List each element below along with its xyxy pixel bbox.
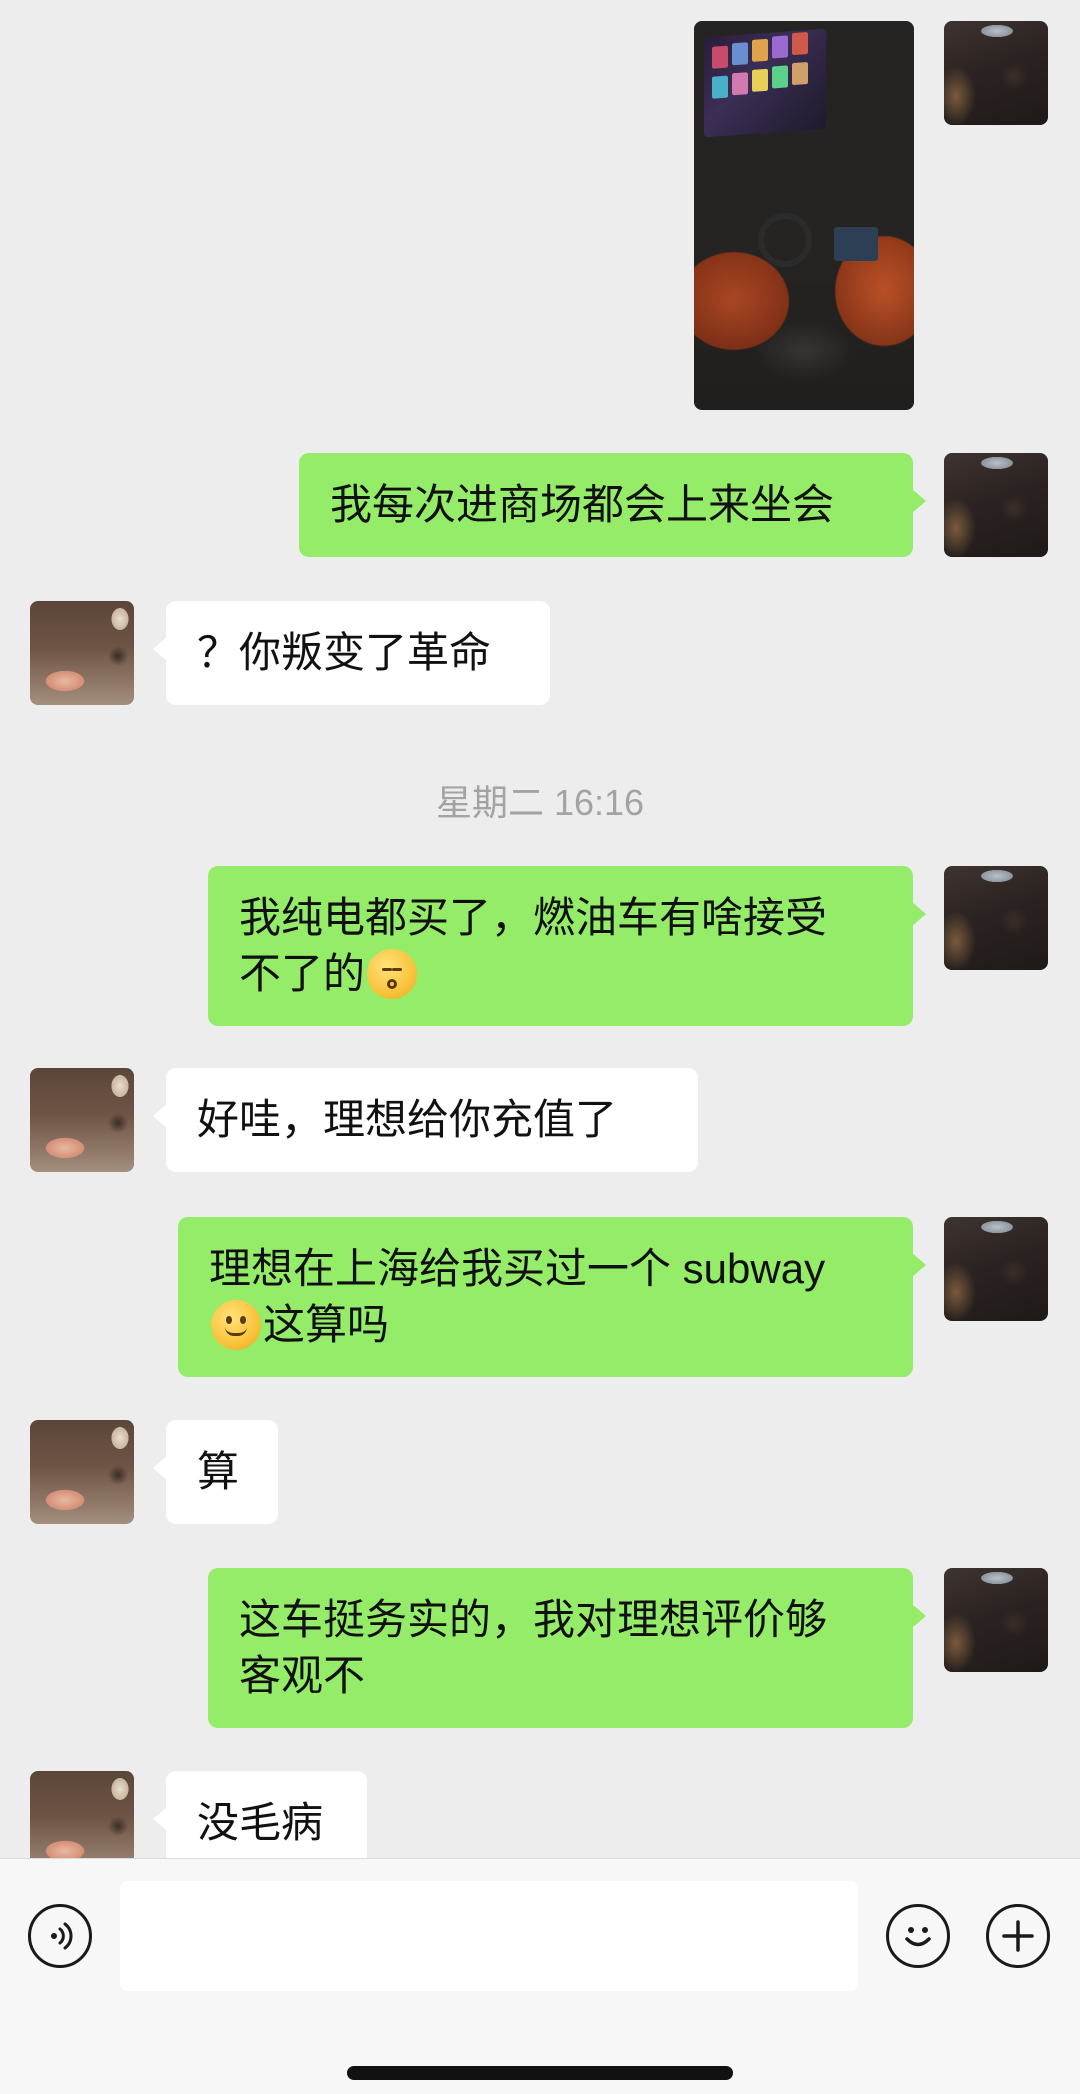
my-avatar[interactable]: [944, 1217, 1048, 1321]
contact-avatar[interactable]: [30, 1068, 134, 1172]
message-text-line: 我纯电都买了，燃油车有啥接受: [239, 894, 828, 941]
contact-avatar[interactable]: [30, 1420, 134, 1524]
emoji-button[interactable]: [886, 1904, 950, 1968]
chat-area[interactable]: 我每次进商场都会上来坐会 ？你叛变了革命 星期二 16:16 我纯电都买了，燃油…: [0, 0, 1080, 1858]
my-avatar[interactable]: [944, 1568, 1048, 1672]
my-avatar[interactable]: [944, 21, 1048, 125]
voice-icon: [51, 1922, 73, 1950]
message-bubble-sent[interactable]: 理想在上海给我买过一个 subway 这算吗: [178, 1217, 926, 1377]
message-text: 没毛病: [197, 1799, 324, 1846]
smiley-icon: [905, 1927, 931, 1947]
message-text-line: 这算吗: [263, 1301, 390, 1348]
plus-icon: [1002, 1920, 1034, 1952]
photo-dashboard-display: [834, 227, 878, 261]
message-text-line-wrap: 这算吗: [209, 1297, 882, 1353]
chat-input-bar: [0, 1858, 1080, 2094]
message-bubble-received[interactable]: 算: [153, 1420, 278, 1524]
more-options-button[interactable]: [986, 1904, 1050, 1968]
photo-ceiling-screen: [704, 28, 826, 138]
my-avatar[interactable]: [944, 453, 1048, 557]
message-bubble-sent[interactable]: 我纯电都买了，燃油车有啥接受 不了的: [208, 866, 926, 1026]
message-bubble-received[interactable]: 没毛病: [153, 1771, 367, 1858]
contact-avatar[interactable]: [30, 1771, 134, 1858]
message-timestamp: 星期二 16:16: [435, 782, 645, 823]
contact-avatar[interactable]: [30, 601, 134, 705]
smile-emoji-icon: [211, 1300, 261, 1350]
my-avatar[interactable]: [944, 866, 1048, 970]
message-text: 好哇，理想给你充值了: [197, 1096, 618, 1143]
photo-steering-wheel: [758, 213, 812, 267]
car-interior-photo[interactable]: [694, 21, 914, 410]
kiss-face-emoji-icon: [367, 949, 418, 999]
message-bubble-sent[interactable]: 我每次进商场都会上来坐会: [299, 453, 926, 557]
message-input[interactable]: [120, 1881, 858, 1991]
message-bubble-sent[interactable]: 这车挺务实的，我对理想评价够 客观不: [208, 1568, 926, 1728]
message-text-line: 不了的: [239, 950, 366, 997]
message-text-line-wrap: 不了的: [239, 946, 882, 1002]
message-bubble-received[interactable]: 好哇，理想给你充值了: [153, 1068, 698, 1172]
message-text: 我每次进商场都会上来坐会: [330, 481, 835, 528]
message-text: 算: [197, 1448, 240, 1495]
message-text: ？你叛变了革命: [197, 629, 492, 676]
home-indicator[interactable]: [347, 2066, 733, 2080]
message-bubble-received[interactable]: ？你叛变了革命: [153, 601, 550, 705]
message-text-line: 这车挺务实的，我对理想评价够: [239, 1596, 828, 1643]
message-text-line: 客观不: [239, 1652, 366, 1699]
message-text-line: 理想在上海给我买过一个 subway: [209, 1245, 826, 1292]
voice-input-button[interactable]: [28, 1904, 92, 1968]
